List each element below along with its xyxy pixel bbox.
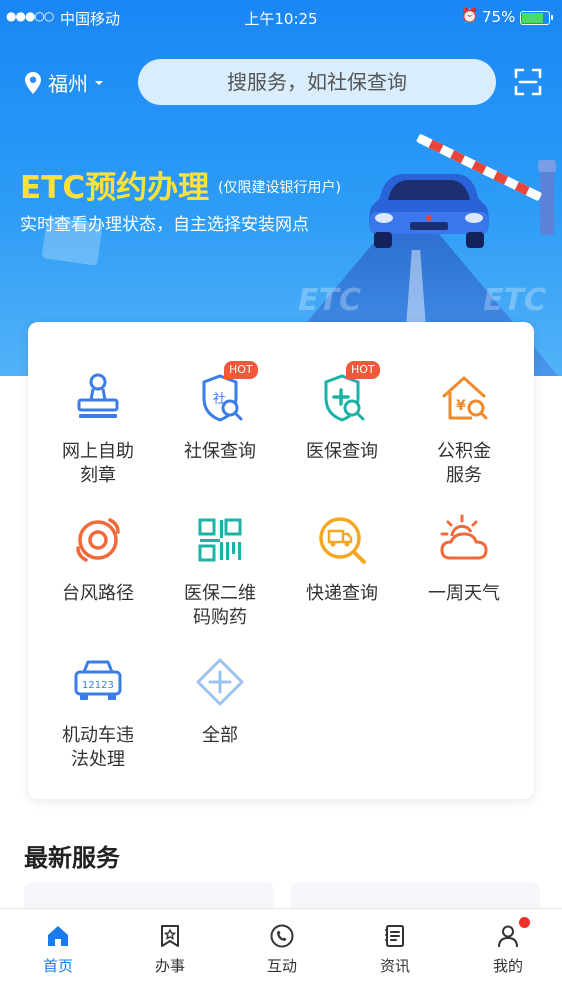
tab-label: 资讯 (379, 957, 410, 975)
plate-number: 12123 (82, 680, 114, 691)
tab-profile[interactable]: 我的 (468, 923, 548, 976)
notification-dot (519, 917, 530, 928)
location-pin-icon (25, 71, 41, 94)
news-icon (385, 925, 404, 947)
etc-car-illustration (369, 134, 556, 248)
city-name: 福州 (48, 72, 88, 96)
home-icon (48, 926, 68, 946)
alarm-icon: ⏰ (461, 8, 479, 24)
tasks-icon (161, 925, 179, 947)
qr-code-icon (198, 518, 242, 562)
profile-icon (498, 925, 518, 948)
tab-label: 我的 (492, 957, 523, 975)
service-online-stamp[interactable]: 网上自助 刻章 (38, 370, 158, 488)
tab-news[interactable]: 资讯 (355, 923, 435, 976)
search-input[interactable]: 搜服务，如社保查询 (138, 59, 496, 105)
latest-services-title: 最新服务 (24, 844, 120, 872)
tab-bar: 首页 办事 互动 资讯 我的 (0, 908, 562, 1000)
service-label: 医保二维 码购药 (184, 583, 256, 628)
battery-percent: 75% (482, 8, 516, 26)
hot-badge: HOT (224, 361, 258, 379)
service-label: 台风路径 (62, 583, 134, 604)
tab-home[interactable]: 首页 (18, 923, 98, 976)
chevron-down-icon (95, 80, 103, 85)
service-typhoon-path[interactable]: 台风路径 (38, 512, 158, 606)
city-selector[interactable]: 福州 (24, 68, 104, 97)
battery-icon (520, 11, 553, 25)
service-medical-insurance[interactable]: HOT 医保查询 (282, 361, 402, 464)
service-housing-fund[interactable]: ¥ 公积金 服务 (404, 370, 524, 488)
status-bar: ●●●○○ 中国移动 上午10:25 ⏰ 75% (0, 0, 562, 36)
service-label: 社保查询 (184, 441, 256, 462)
tab-interaction[interactable]: 互动 (242, 923, 322, 976)
service-social-security[interactable]: 社 HOT 社保查询 (160, 361, 280, 464)
battery-fill (522, 13, 543, 23)
hot-badge: HOT (346, 361, 380, 379)
search-placeholder: 搜服务，如社保查询 (227, 70, 407, 94)
tab-label: 办事 (154, 957, 185, 975)
banner-title: ETC预约办理 (20, 170, 210, 206)
express-icon (319, 517, 366, 564)
tab-label: 互动 (266, 957, 297, 975)
service-label: 网上自助 刻章 (62, 441, 134, 486)
weather-icon (440, 514, 488, 560)
service-vehicle-violation[interactable]: 12123 机动车违 法处理 (38, 654, 158, 772)
scan-icon[interactable] (514, 68, 542, 96)
svg-text:¥: ¥ (456, 398, 466, 414)
services-panel: 网上自助 刻章 社 HOT 社保查询 HOT 医保查询 ¥ 公积金 服务 台风路… (28, 322, 534, 799)
all-services-icon (196, 658, 244, 706)
service-weekly-weather[interactable]: 一周天气 (404, 512, 524, 606)
service-label: 一周天气 (428, 583, 500, 604)
service-label: 医保查询 (306, 441, 378, 462)
stamp-icon (77, 373, 119, 418)
service-qr-medicine[interactable]: 医保二维 码购药 (160, 512, 280, 630)
service-label: 机动车违 法处理 (62, 725, 134, 770)
typhoon-icon (76, 518, 120, 562)
service-label: 全部 (202, 725, 238, 746)
service-express-query[interactable]: 快递查询 (282, 512, 402, 606)
tab-tasks[interactable]: 办事 (130, 923, 210, 976)
service-label: 快递查询 (306, 583, 378, 604)
tab-label: 首页 (42, 957, 73, 975)
banner-note: (仅限建设银行用户) (218, 180, 341, 196)
service-all[interactable]: 全部 (160, 654, 280, 748)
bank-card-illustration (42, 216, 103, 266)
vehicle-icon: 12123 (74, 660, 122, 700)
service-label: 公积金 服务 (437, 441, 491, 486)
interaction-icon (270, 924, 294, 948)
housing-fund-icon: ¥ (442, 376, 488, 420)
